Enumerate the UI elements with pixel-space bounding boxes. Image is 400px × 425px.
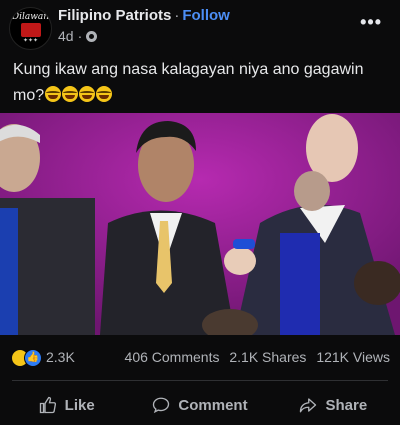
reaction-icons[interactable]: 👍 <box>11 349 42 367</box>
share-arrow-icon <box>300 398 317 413</box>
laughing-emoji-icon <box>96 86 113 102</box>
shares-count[interactable]: 2.1K Shares <box>229 349 306 365</box>
comment-label: Comment <box>178 396 248 414</box>
avatar-logo-subtext: ✦✦✦ <box>22 37 39 44</box>
video-player[interactable] <box>0 113 400 335</box>
engagement-stats: 406 Comments 2.1K Shares 121K Views <box>119 349 390 365</box>
separator-dot: · <box>174 7 180 24</box>
comments-count[interactable]: 406 Comments <box>125 349 220 365</box>
avatar-logo-mark <box>20 22 41 37</box>
page-avatar[interactable]: Dilawan ✦✦✦ <box>9 7 52 50</box>
post-stats: 👍 2.3K 406 Comments 2.1K Shares 121K Vie… <box>0 346 400 368</box>
thumbs-up-icon <box>39 396 56 414</box>
share-button[interactable]: Share <box>267 385 400 425</box>
like-button[interactable]: Like <box>0 385 133 425</box>
follow-button[interactable]: Follow <box>182 7 230 24</box>
ellipsis-icon: ••• <box>360 12 382 32</box>
laughing-emoji-icon <box>62 86 79 102</box>
post-time[interactable]: 4d <box>58 28 74 44</box>
laughing-emoji-icon <box>79 86 96 102</box>
comment-icon <box>153 397 170 414</box>
page-name[interactable]: Filipino Patriots <box>58 7 171 24</box>
actions-divider <box>12 380 388 381</box>
meta-separator: · <box>77 28 83 44</box>
laughing-emoji-icon <box>45 86 62 102</box>
like-reaction-icon: 👍 <box>24 349 42 367</box>
avatar-logo-text: Dilawan <box>11 11 50 22</box>
reaction-count[interactable]: 2.3K <box>46 349 75 365</box>
post-meta: 4d · <box>58 28 98 44</box>
comment-button[interactable]: Comment <box>133 385 266 425</box>
page-name-line: Filipino Patriots · Follow <box>58 7 230 24</box>
post-caption: Kung ikaw ang nasa kalagayan niya ano ga… <box>13 57 388 109</box>
post-header: Dilawan ✦✦✦ Filipino Patriots · Follow 4d … <box>0 0 400 52</box>
gear-icon <box>86 30 98 42</box>
video-frame <box>0 113 400 335</box>
post-actions: Like Comment Share <box>0 385 400 425</box>
like-label: Like <box>64 396 95 414</box>
more-options-button[interactable]: ••• <box>360 12 382 33</box>
share-label: Share <box>325 396 368 414</box>
views-count: 121K Views <box>316 349 390 365</box>
